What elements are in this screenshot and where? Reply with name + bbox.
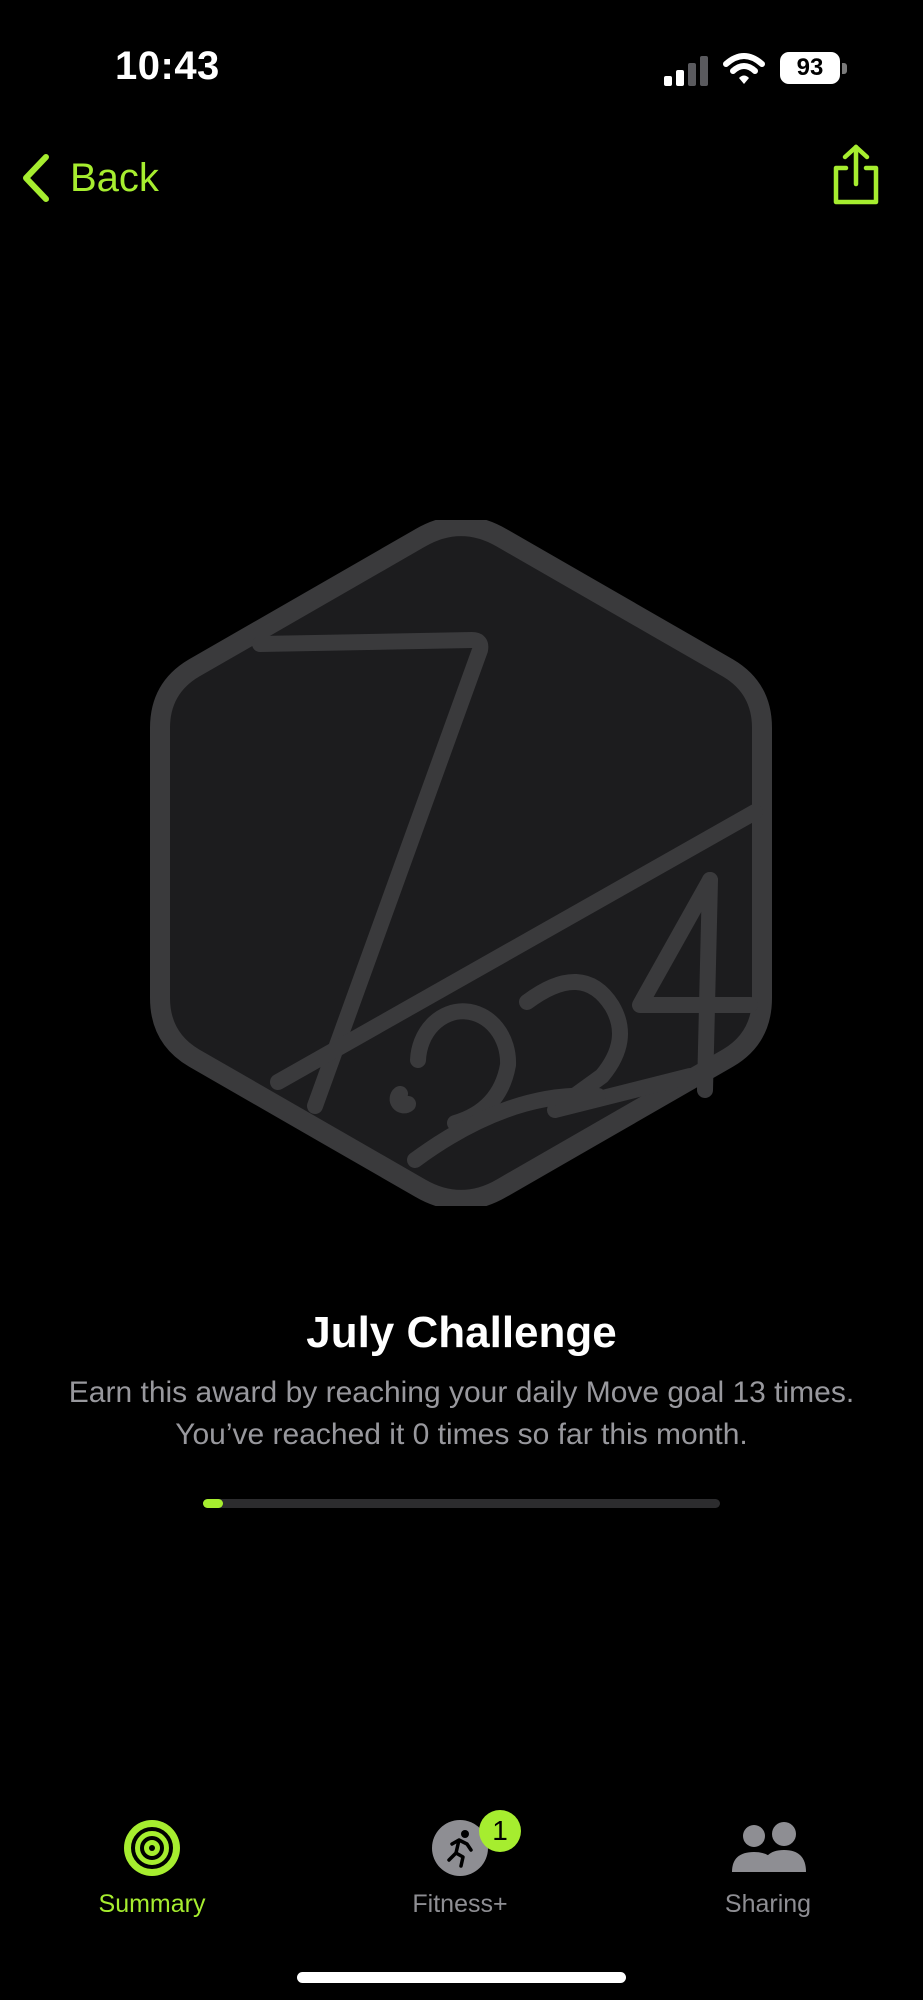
fitness-notification-badge: 1 [479, 1810, 521, 1852]
chevron-left-icon [23, 154, 49, 202]
cellular-signal-icon [664, 56, 708, 86]
award-progress-fill [203, 1499, 223, 1508]
award-description-line-1: Earn this award by reaching your daily M… [68, 1376, 855, 1409]
activity-rings-icon [124, 1820, 180, 1876]
back-label: Back [70, 155, 159, 200]
share-icon[interactable] [830, 144, 882, 206]
battery-level: 93 [796, 54, 824, 81]
back-button[interactable]: Back [18, 150, 159, 206]
award-description-line-2: You’ve reached it 0 times so far this mo… [175, 1418, 748, 1451]
tab-fitness-label: Fitness+ [412, 1890, 508, 1918]
award-title: July Challenge [306, 1308, 617, 1357]
status-bar: 10:43 93 [0, 0, 923, 130]
tab-summary-label: Summary [98, 1890, 206, 1918]
award-description: Earn this award by reaching your daily M… [0, 1372, 923, 1456]
tab-fitness-plus[interactable]: 1 Fitness+ [360, 1800, 560, 1930]
award-progress-bar [203, 1499, 720, 1508]
home-indicator[interactable] [297, 1972, 626, 1983]
tab-sharing[interactable]: Sharing [668, 1800, 868, 1930]
tab-bar: Summary 1 Fitness+ Sharing [0, 1800, 923, 1950]
people-icon [732, 1822, 806, 1872]
award-badge-icon [150, 520, 772, 1206]
tab-sharing-label: Sharing [724, 1890, 812, 1918]
battery-icon: 93 [780, 52, 848, 84]
wifi-icon [723, 53, 765, 84]
status-time: 10:43 [115, 44, 220, 88]
tab-summary[interactable]: Summary [52, 1800, 252, 1930]
